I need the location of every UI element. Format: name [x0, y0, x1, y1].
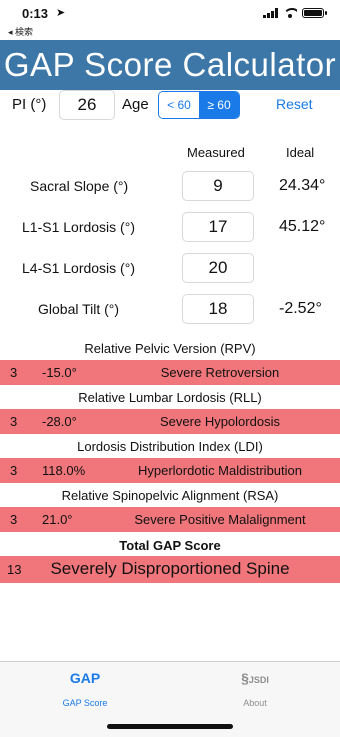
rsa-score: 3 — [10, 512, 18, 527]
age-under-60-option[interactable]: < 60 — [159, 92, 199, 118]
battery-icon — [302, 8, 327, 18]
home-indicator[interactable] — [107, 724, 233, 729]
total-gap-score-row: 13 Severely Disproportioned Spine — [0, 556, 340, 583]
total-gap-score-description: Severely Disproportioned Spine — [50, 559, 290, 578]
rpv-description: Severe Retroversion — [160, 365, 280, 380]
app-header: GAP Score Calculator — [0, 40, 340, 90]
rpv-result-row: 3 -15.0° Severe Retroversion — [0, 360, 340, 385]
rsa-result-row: 3 21.0° Severe Positive Malalignment — [0, 507, 340, 532]
ideal-column-header: Ideal — [286, 145, 315, 160]
ldi-description: Hyperlordotic Maldistribution — [137, 463, 302, 478]
system-icons — [263, 8, 327, 18]
global-tilt-ideal: -2.52° — [279, 300, 322, 317]
ldi-section-title: Lordosis Distribution Index (LDI) — [77, 439, 263, 454]
l4-s1-lordosis-input[interactable]: 20 — [182, 253, 254, 283]
reset-button[interactable]: Reset — [276, 96, 313, 112]
jsdi-logo-text: JSDI — [248, 675, 269, 685]
l1-s1-lordosis-ideal: 45.12° — [279, 218, 326, 235]
pi-input[interactable]: 26 — [59, 90, 115, 120]
age-segmented-control: < 60 ≥ 60 — [158, 91, 240, 119]
total-gap-score-value: 13 — [7, 562, 22, 577]
back-to-search-link[interactable]: ◂ 検索 — [8, 25, 33, 38]
pi-age-row: PI (°) 26 Age < 60 ≥ 60 Reset — [0, 90, 340, 120]
rll-score: 3 — [10, 414, 18, 429]
location-arrow-icon: ➤ — [56, 7, 66, 19]
age-label: Age — [122, 96, 149, 113]
rsa-description: Severe Positive Malalignment — [134, 512, 306, 527]
rpv-score: 3 — [10, 365, 18, 380]
sacral-slope-label: Sacral Slope (°) — [30, 178, 129, 194]
rll-result-row: 3 -28.0° Severe Hypolordosis — [0, 409, 340, 434]
rll-description: Severe Hypolordosis — [160, 414, 280, 429]
tab-gap-score-label: GAP Score — [62, 698, 108, 708]
rsa-value: 21.0° — [42, 512, 73, 527]
wifi-icon — [283, 8, 297, 18]
ldi-result-row: 3 118.0% Hyperlordotic Maldistribution — [0, 458, 340, 483]
global-tilt-input[interactable]: 18 — [182, 294, 254, 324]
sacral-slope-ideal: 24.34° — [279, 177, 326, 194]
total-gap-score-title: Total GAP Score — [119, 538, 221, 553]
ldi-score: 3 — [10, 463, 18, 478]
global-tilt-label: Global Tilt (°) — [38, 301, 120, 317]
pi-label: PI (°) — [12, 96, 47, 113]
l1-s1-lordosis-label: L1-S1 Lordosis (°) — [22, 219, 135, 235]
age-60-plus-option[interactable]: ≥ 60 — [199, 92, 239, 118]
page-title: GAP Score Calculator — [3, 46, 337, 83]
jsdi-logo-icon: §JSDI — [241, 670, 269, 686]
measured-column-header: Measured — [187, 145, 245, 160]
status-bar: 0:13 ➤ ◂ 検索 — [0, 0, 340, 38]
l1-s1-lordosis-input[interactable]: 17 — [182, 212, 254, 242]
rsa-section-title: Relative Spinopelvic Alignment (RSA) — [61, 488, 279, 503]
rpv-section-title: Relative Pelvic Version (RPV) — [84, 341, 256, 356]
l4-s1-lordosis-label: L4-S1 Lordosis (°) — [22, 260, 135, 276]
rll-value: -28.0° — [42, 414, 77, 429]
cellular-signal-icon — [263, 8, 278, 18]
status-time: 0:13 — [22, 6, 49, 21]
sacral-slope-input[interactable]: 9 — [182, 171, 254, 201]
tab-about-label: About — [243, 698, 267, 708]
tab-about[interactable]: §JSDI About — [205, 670, 305, 708]
rpv-value: -15.0° — [42, 365, 77, 380]
ldi-value: 118.0% — [42, 463, 86, 478]
tab-gap-score[interactable]: GAP GAP Score — [35, 670, 135, 708]
gap-tab-icon: GAP — [69, 670, 101, 686]
rll-section-title: Relative Lumbar Lordosis (RLL) — [78, 390, 262, 405]
